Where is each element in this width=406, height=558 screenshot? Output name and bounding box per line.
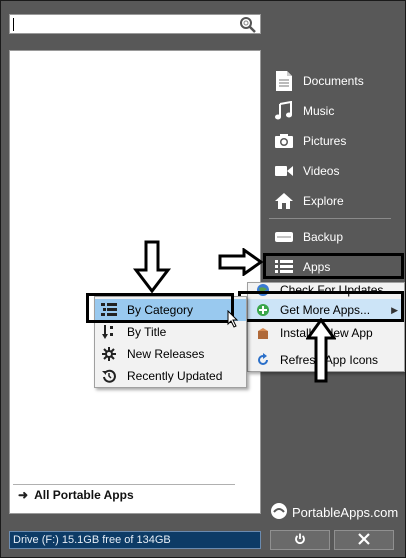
menu-item-label: Recently Updated — [127, 369, 223, 383]
divider — [269, 218, 391, 219]
menu-label: Videos — [303, 164, 340, 178]
arrow-right-icon: ➜ — [18, 488, 29, 502]
search-icon[interactable] — [239, 16, 257, 34]
menu-label: Backup — [303, 230, 344, 244]
menu-new-releases[interactable]: New Releases — [95, 343, 246, 365]
annotation-arrow-up-icon — [306, 318, 336, 383]
house-icon — [273, 190, 295, 212]
menu-videos[interactable]: Videos — [273, 158, 339, 184]
starburst-icon — [101, 346, 117, 362]
menu-backup[interactable]: Backup — [273, 224, 343, 250]
menu-item-label: By Title — [127, 325, 167, 339]
package-icon — [254, 324, 272, 342]
logo-text: PortableApps.com — [292, 505, 399, 520]
document-icon — [273, 70, 295, 92]
history-icon — [101, 368, 117, 384]
annotation-box-apps — [263, 253, 404, 279]
menu-explore[interactable]: Explore — [273, 188, 344, 214]
text-caret — [13, 18, 14, 31]
portableapps-logo[interactable]: PortableApps.com — [270, 502, 398, 523]
menu-label: Explore — [303, 194, 344, 208]
all-portable-apps-link[interactable]: ➜ All Portable Apps — [18, 487, 134, 503]
search-input[interactable] — [9, 14, 261, 34]
menu-pictures[interactable]: Pictures — [273, 128, 346, 154]
close-icon — [358, 532, 370, 548]
drive-status: Drive (F:) 15.1GB free of 134GB — [9, 531, 261, 549]
menu-label: Documents — [303, 74, 364, 88]
power-button[interactable] — [270, 530, 330, 550]
divider — [13, 484, 235, 485]
sort-alpha-icon — [101, 324, 117, 340]
menu-item-label: New Releases — [127, 347, 205, 361]
music-note-icon — [273, 100, 295, 122]
annotation-box-by-category — [86, 293, 234, 323]
mouse-cursor-icon — [227, 310, 239, 328]
portableapps-logo-icon — [270, 502, 288, 523]
video-camera-icon — [273, 160, 295, 182]
menu-documents[interactable]: Documents — [273, 68, 364, 94]
menu-by-title[interactable]: By Title — [95, 321, 246, 343]
close-button[interactable] — [334, 530, 394, 550]
menu-label: Music — [303, 104, 335, 118]
menu-music[interactable]: Music — [273, 98, 334, 124]
menu-recently-updated[interactable]: Recently Updated — [95, 365, 246, 387]
refresh-icon — [254, 351, 272, 369]
annotation-arrow-down-icon — [132, 240, 172, 294]
backup-drive-icon — [273, 226, 295, 248]
annotation-arrow-right-icon — [218, 248, 264, 276]
power-icon — [294, 532, 306, 548]
all-portable-apps-label: All Portable Apps — [34, 488, 134, 502]
camera-icon — [273, 130, 295, 152]
menu-label: Pictures — [303, 134, 347, 148]
